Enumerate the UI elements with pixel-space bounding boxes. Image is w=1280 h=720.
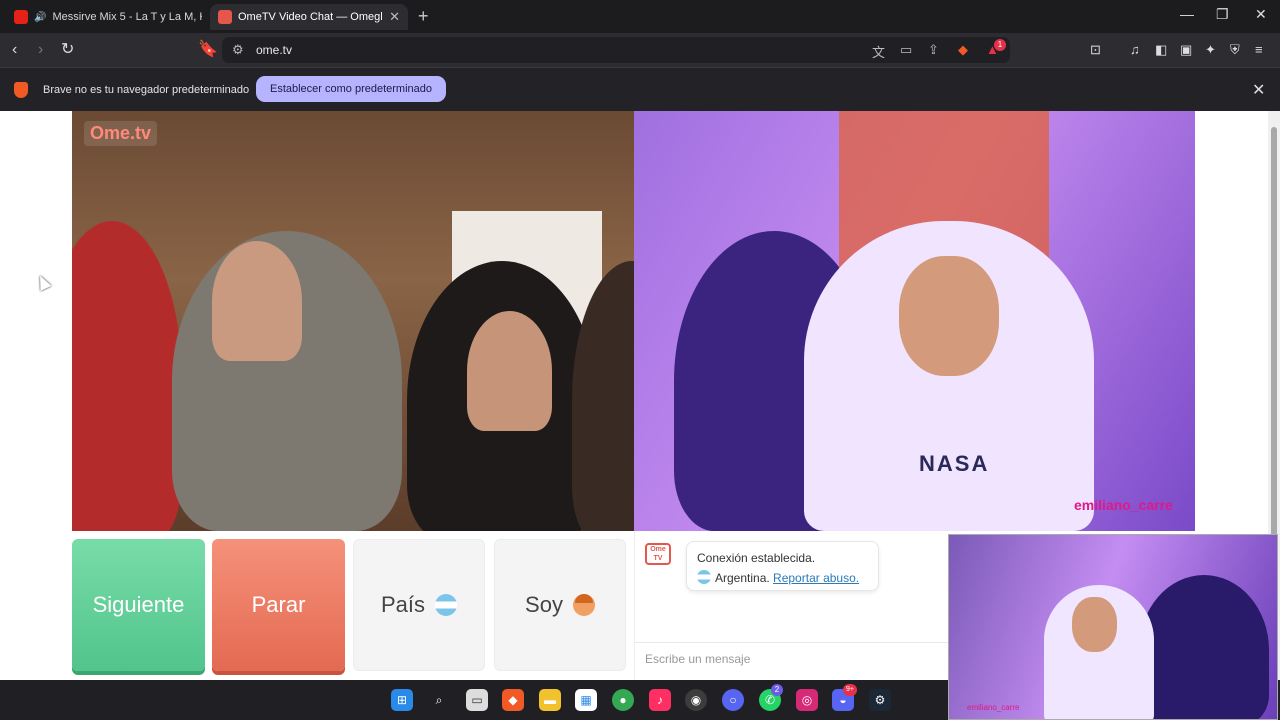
screenshot-icon[interactable]: ⊡ bbox=[1090, 40, 1101, 60]
discord-alt-icon[interactable]: ○ bbox=[722, 689, 744, 711]
streamer-watermark: emiliano_carre bbox=[1074, 497, 1173, 513]
local-video: NASA emiliano_carre bbox=[634, 111, 1195, 531]
stop-label: Parar bbox=[251, 592, 306, 617]
close-window-icon[interactable]: ✕ bbox=[1255, 6, 1267, 23]
person-face bbox=[1072, 597, 1117, 652]
vpn-icon[interactable]: ⛨ bbox=[1230, 40, 1240, 60]
boy-avatar-icon bbox=[572, 594, 595, 616]
ometv-icon bbox=[218, 10, 232, 24]
cast-icon[interactable]: ▭ bbox=[900, 42, 912, 58]
brave-icon[interactable]: ◆ bbox=[502, 689, 524, 711]
obs-icon[interactable]: ◉ bbox=[685, 689, 707, 711]
sidebar-icon[interactable]: ◧ bbox=[1155, 40, 1167, 60]
chat-panel: Ome TV Conexión establecida. Argentina. … bbox=[634, 531, 949, 680]
report-abuse-link[interactable]: Reportar abuso. bbox=[773, 571, 859, 585]
set-default-button[interactable]: Establecer como predeterminado bbox=[256, 76, 446, 102]
infobar-message: Brave no es tu navegador predeterminado bbox=[43, 84, 250, 96]
default-browser-infobar: Brave no es tu navegador predeterminado … bbox=[0, 67, 1280, 111]
steam-icon[interactable]: ⚙ bbox=[869, 689, 891, 711]
site-info-icon[interactable]: ⚙ bbox=[232, 42, 244, 58]
person-silhouette bbox=[72, 221, 182, 531]
ometv-chat-logo: Ome TV bbox=[645, 543, 671, 565]
tiktok-icon[interactable]: ♪ bbox=[649, 689, 671, 711]
country-label: País bbox=[380, 592, 426, 617]
new-tab-button[interactable]: + bbox=[418, 6, 429, 27]
url-text: ome.tv bbox=[256, 43, 293, 57]
bookmark-icon[interactable]: 🔖 bbox=[198, 40, 218, 60]
reload-icon[interactable]: ↻ bbox=[61, 40, 74, 60]
address-bar[interactable]: ⚙ ome.tv 文 ▭ ⇪ ◆ ▲ 1 bbox=[222, 37, 1010, 63]
tab-title: Messirve Mix 5 - La T y La M, Ke bbox=[52, 11, 202, 23]
minimize-icon[interactable]: — bbox=[1180, 6, 1194, 22]
store-icon[interactable]: ▦ bbox=[575, 689, 597, 711]
system-message: Conexión establecida. Argentina. Reporta… bbox=[686, 541, 879, 591]
forward-icon[interactable]: › bbox=[38, 40, 43, 60]
argentina-flag-icon bbox=[435, 594, 458, 616]
leo-ai-icon[interactable]: ✦ bbox=[1205, 40, 1216, 60]
file-explorer-icon[interactable]: ▬ bbox=[539, 689, 561, 711]
whatsapp-badge: 2 bbox=[771, 684, 783, 696]
ometv-logo: Ome.tv bbox=[84, 121, 158, 146]
country-name: Argentina. bbox=[715, 571, 770, 585]
next-button[interactable]: Siguiente bbox=[72, 539, 205, 671]
translate-icon[interactable]: 文 bbox=[872, 42, 885, 61]
connection-status: Conexión establecida. bbox=[697, 551, 816, 565]
hoodie-logo: NASA bbox=[919, 451, 990, 476]
share-icon[interactable]: ⇪ bbox=[928, 42, 939, 58]
country-line: Argentina. Reportar abuso. bbox=[697, 568, 868, 588]
close-infobar-icon[interactable]: ✕ bbox=[1252, 80, 1265, 100]
browser-tab-strip: 🔊 Messirve Mix 5 - La T y La M, Ke OmeTV… bbox=[0, 0, 1280, 33]
menu-icon[interactable]: ≡ bbox=[1255, 40, 1263, 60]
search-icon[interactable]: ⌕ bbox=[428, 689, 450, 711]
tab-title: OmeTV Video Chat — Omegl bbox=[238, 11, 383, 23]
tab-ometv[interactable]: OmeTV Video Chat — Omegl ✕ bbox=[210, 4, 408, 30]
windows-start-icon[interactable]: ⊞ bbox=[391, 689, 413, 711]
brave-lion-icon bbox=[14, 82, 28, 98]
browser-toolbar: ‹ › ↻ 🔖 ⚙ ome.tv 文 ▭ ⇪ ◆ ▲ 1 ⊡ ♫ ◧ ▣ ✦ ⛨… bbox=[0, 33, 1280, 67]
speaker-icon[interactable]: 🔊 bbox=[34, 12, 46, 23]
close-tab-icon[interactable]: ✕ bbox=[389, 9, 400, 25]
media-icon[interactable]: ♫ bbox=[1130, 40, 1140, 60]
person-face bbox=[899, 256, 999, 376]
gender-label: Soy bbox=[525, 592, 563, 617]
gender-button[interactable]: Soy bbox=[494, 539, 626, 671]
person-face bbox=[467, 311, 552, 431]
next-label: Siguiente bbox=[92, 592, 185, 617]
task-view-icon[interactable]: ▭ bbox=[466, 689, 488, 711]
argentina-flag-icon bbox=[697, 570, 711, 584]
pillow-silhouette bbox=[1139, 575, 1269, 719]
notification-badge: 1 bbox=[994, 39, 1006, 51]
person-face bbox=[212, 241, 302, 361]
streamer-watermark: emiliano_carre bbox=[967, 703, 1020, 712]
self-camera-preview: emiliano_carre bbox=[948, 534, 1278, 720]
back-icon[interactable]: ‹ bbox=[12, 40, 17, 60]
wallet-icon[interactable]: ▣ bbox=[1180, 40, 1192, 60]
brave-shields-icon[interactable]: ◆ bbox=[958, 42, 968, 58]
chat-input[interactable]: Escribe un mensaje bbox=[635, 642, 949, 674]
maximize-icon[interactable]: ❐ bbox=[1216, 6, 1229, 23]
tab-youtube[interactable]: 🔊 Messirve Mix 5 - La T y La M, Ke bbox=[6, 4, 202, 30]
discord-badge: 9+ bbox=[843, 684, 857, 696]
stop-button[interactable]: Parar bbox=[212, 539, 345, 671]
country-button[interactable]: País bbox=[353, 539, 485, 671]
remote-video: Ome.tv bbox=[72, 111, 634, 531]
instagram-icon[interactable]: ◎ bbox=[796, 689, 818, 711]
youtube-icon bbox=[14, 10, 28, 24]
windows-taskbar: ⊞ ⌕ ▭ ◆ ▬ ▦ ● ♪ ◉ ○ ✆ ◎ ◒ ⚙ 2 9+ bbox=[0, 680, 948, 720]
chrome-icon[interactable]: ● bbox=[612, 689, 634, 711]
